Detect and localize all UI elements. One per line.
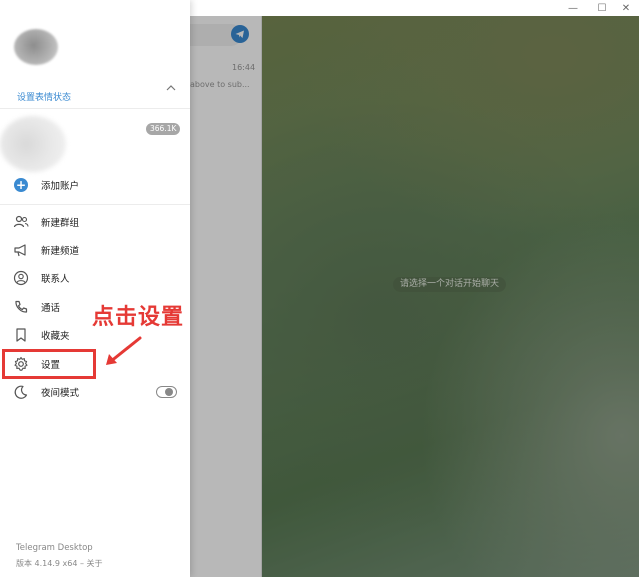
app-name: Telegram Desktop [16, 543, 93, 553]
close-button[interactable]: ✕ [613, 0, 639, 16]
menu-label: 联系人 [41, 274, 70, 285]
menu-label: 夜间模式 [41, 388, 80, 399]
divider [0, 108, 190, 109]
chevron-up-icon[interactable] [165, 82, 177, 94]
annotation-text: 点击设置 [92, 305, 185, 330]
people-icon [13, 214, 29, 230]
menu-contacts[interactable]: 联系人 [0, 265, 190, 291]
add-account-button[interactable]: + 添加账户 [0, 172, 190, 198]
set-emoji-status-link[interactable]: 设置表情状态 [17, 90, 71, 103]
divider [0, 204, 190, 205]
side-drawer: 设置表情状态 366.1K + 添加账户 新建群组 新建频道 联系人 通话 收藏… [0, 0, 190, 577]
night-mode-toggle[interactable] [156, 386, 177, 398]
plus-circle-icon: + [14, 178, 28, 192]
unread-count-badge: 366.1K [146, 123, 181, 135]
contact-icon [13, 270, 29, 286]
moon-icon [13, 384, 29, 400]
menu-label: 新建群组 [41, 218, 80, 229]
annotation-arrow-icon [106, 336, 142, 365]
account-avatar[interactable] [0, 116, 66, 172]
toggle-knob [165, 387, 173, 396]
modal-dim-overlay[interactable] [190, 16, 639, 577]
menu-label: 收藏夹 [41, 331, 70, 342]
user-avatar[interactable] [14, 29, 58, 65]
minimize-button[interactable]: — [560, 0, 586, 16]
annotation-highlight-box [2, 349, 96, 379]
menu-label: 添加账户 [41, 181, 80, 192]
menu-label: 新建频道 [41, 246, 80, 257]
version-about-link[interactable]: 版本 4.14.9 x64 – 关于 [16, 558, 103, 569]
phone-icon [13, 299, 29, 315]
menu-new-group[interactable]: 新建群组 [0, 209, 190, 235]
menu-label: 通话 [41, 303, 61, 314]
maximize-button[interactable]: ☐ [589, 0, 615, 16]
menu-new-channel[interactable]: 新建频道 [0, 237, 190, 263]
bookmark-icon [13, 327, 29, 343]
megaphone-icon [13, 242, 29, 258]
